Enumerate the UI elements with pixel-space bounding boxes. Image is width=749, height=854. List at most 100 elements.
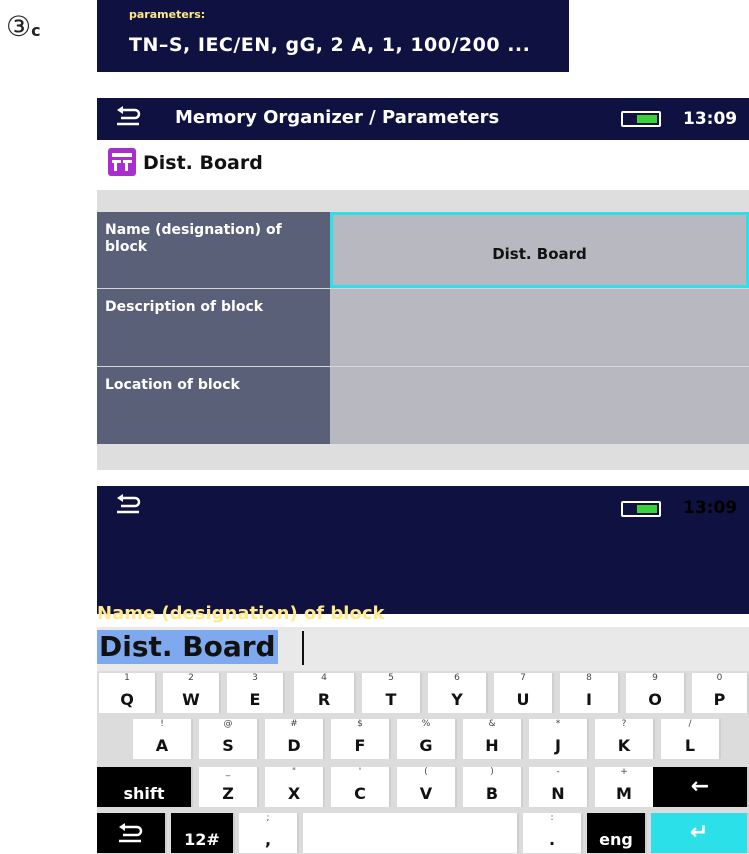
param-value-location[interactable] xyxy=(330,367,749,444)
param-value-name[interactable]: Dist. Board xyxy=(330,212,749,288)
key-r[interactable]: 4R xyxy=(294,673,356,713)
distribution-board-icon xyxy=(108,148,136,176)
key-p[interactable]: 0P xyxy=(692,673,749,713)
key-j-alt: * xyxy=(555,719,561,729)
key-h-label: H xyxy=(485,736,499,755)
key-x-alt: " xyxy=(291,767,297,777)
key-m[interactable]: + M xyxy=(595,767,655,807)
key-z-label: Z xyxy=(222,784,234,803)
parameters-value: TN–S, IEC/EN, gG, 2 A, 1, 100/200 ... xyxy=(129,34,531,56)
key-m-label: M xyxy=(616,784,632,803)
text-input[interactable]: Dist. Board xyxy=(97,627,749,671)
key-u-label: U xyxy=(516,690,530,709)
clock: 13:09 xyxy=(683,109,738,129)
key-y[interactable]: 6Y xyxy=(428,673,488,713)
key-g-label: G xyxy=(419,736,433,755)
space-key[interactable] xyxy=(303,813,519,853)
param-row-description[interactable]: Description of block xyxy=(97,289,749,366)
key-h-alt: & xyxy=(488,719,496,729)
key-period-label: . xyxy=(548,830,556,849)
key-b[interactable]: ) B xyxy=(463,767,523,807)
key-l-label: L xyxy=(684,736,696,755)
battery-icon xyxy=(621,501,661,517)
back-icon xyxy=(117,821,145,843)
key-b-alt: ) xyxy=(490,767,494,777)
key-e-alt: 3 xyxy=(252,673,258,683)
key-j[interactable]: * J xyxy=(529,719,589,759)
input-prompt: Name (designation) of block xyxy=(97,603,385,624)
screen-title: Memory Organizer / Parameters xyxy=(175,107,500,128)
param-row-name[interactable]: Name (designation) of block Dist. Board xyxy=(97,212,749,288)
step-number: ③ xyxy=(6,10,32,43)
shift-key-label: shift xyxy=(123,784,165,803)
key-k[interactable]: ? K xyxy=(595,719,655,759)
backspace-key[interactable]: ← xyxy=(653,767,749,807)
key-f[interactable]: $ F xyxy=(331,719,391,759)
key-g[interactable]: % G xyxy=(397,719,457,759)
key-q-label: Q xyxy=(120,690,134,709)
key-r-label: R xyxy=(317,690,331,709)
key-i[interactable]: 8I xyxy=(560,673,620,713)
key-e-label: E xyxy=(249,690,261,709)
key-s-alt: @ xyxy=(223,719,233,729)
enter-key[interactable]: ↵ xyxy=(651,813,749,853)
text-caret xyxy=(302,631,304,665)
key-z[interactable]: _ Z xyxy=(199,767,259,807)
param-value-description[interactable] xyxy=(330,289,749,366)
screen2-header: 13:09 xyxy=(97,486,749,614)
key-l[interactable]: / L xyxy=(661,719,721,759)
key-t-label: T xyxy=(385,690,397,709)
key-s-label: S xyxy=(222,736,234,755)
key-c[interactable]: ' C xyxy=(331,767,391,807)
on-screen-keyboard: 1Q 2W 3E 4R 5T 6Y 7U 8I 9O 0P ! A @ S # D $… xyxy=(97,671,749,854)
key-n-alt: - xyxy=(556,767,560,777)
shift-key[interactable]: shift xyxy=(97,767,193,807)
key-e[interactable]: 3E xyxy=(227,673,285,713)
key-i-label: I xyxy=(586,690,592,709)
key-t[interactable]: 5T xyxy=(362,673,422,713)
input-value: Dist. Board xyxy=(97,630,278,664)
key-u[interactable]: 7U xyxy=(494,673,554,713)
key-a-label: A xyxy=(155,736,169,755)
param-label-name: Name (designation) of block xyxy=(97,212,330,288)
key-d-alt: # xyxy=(290,719,298,729)
key-w-alt: 2 xyxy=(188,673,194,683)
back-icon[interactable] xyxy=(115,492,143,514)
key-b-label: B xyxy=(485,784,499,803)
language-key[interactable]: eng xyxy=(587,813,647,853)
back-key[interactable] xyxy=(97,813,167,853)
key-y-alt: 6 xyxy=(454,673,460,683)
key-x-label: X xyxy=(287,784,301,803)
back-icon[interactable] xyxy=(115,104,143,126)
key-period[interactable]: :. xyxy=(523,813,583,853)
key-q-alt: 1 xyxy=(124,673,130,683)
battery-icon xyxy=(621,111,661,127)
key-q[interactable]: 1Q xyxy=(99,673,157,713)
param-row-location[interactable]: Location of block xyxy=(97,367,749,444)
key-w[interactable]: 2W xyxy=(163,673,221,713)
key-comma[interactable]: ;, xyxy=(239,813,299,853)
enter-icon: ↵ xyxy=(689,820,709,845)
key-u-alt: 7 xyxy=(520,673,526,683)
key-n-label: N xyxy=(551,784,565,803)
key-o[interactable]: 9O xyxy=(626,673,686,713)
bottom-strip xyxy=(97,444,749,470)
key-m-alt: + xyxy=(620,767,628,777)
key-x[interactable]: " X xyxy=(265,767,325,807)
key-i-alt: 8 xyxy=(586,673,592,683)
key-v[interactable]: (V xyxy=(397,767,457,807)
key-s[interactable]: @ S xyxy=(199,719,259,759)
key-c-label: C xyxy=(354,784,366,803)
key-k-label: K xyxy=(617,736,631,755)
key-period-alt: : xyxy=(550,813,554,823)
breadcrumb-label: Dist. Board xyxy=(143,152,263,174)
key-n[interactable]: -N xyxy=(529,767,589,807)
screen1-header: Memory Organizer / Parameters 13:09 xyxy=(97,98,749,140)
key-d[interactable]: # D xyxy=(265,719,325,759)
key-a[interactable]: ! A xyxy=(133,719,193,759)
key-f-label: F xyxy=(354,736,366,755)
key-k-alt: ? xyxy=(621,719,627,729)
numeric-mode-key[interactable]: 12# xyxy=(171,813,235,853)
key-a-alt: ! xyxy=(160,719,164,729)
key-h[interactable]: & H xyxy=(463,719,523,759)
